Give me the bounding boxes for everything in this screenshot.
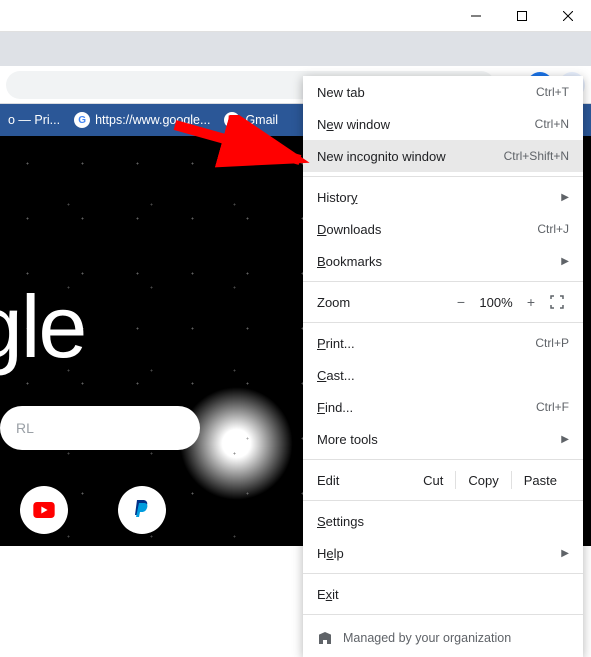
menu-managed-by-org[interactable]: Managed by your organization [303, 619, 583, 657]
shortcut-key: Ctrl+N [535, 117, 569, 131]
menu-separator [303, 614, 583, 615]
shortcut-key: Ctrl+Shift+N [504, 149, 569, 163]
menu-bookmarks[interactable]: Bookmarks ▶ [303, 245, 583, 277]
menu-separator [303, 176, 583, 177]
shortcut-key: Ctrl+T [536, 85, 569, 99]
google-logo: oogle [0, 276, 85, 378]
menu-edit: Edit Cut Copy Paste [303, 464, 583, 496]
chevron-right-icon: ▶ [561, 434, 569, 445]
tabstrip[interactable] [0, 32, 591, 66]
menu-separator [303, 459, 583, 460]
menu-new-incognito-window[interactable]: New incognito window Ctrl+Shift+N [303, 140, 583, 172]
shortcut-key: Ctrl+P [535, 336, 569, 350]
chevron-right-icon: ▶ [561, 548, 569, 559]
bookmark-label: https://www.google... [95, 113, 210, 127]
menu-separator [303, 281, 583, 282]
zoom-value: 100% [475, 295, 517, 310]
fullscreen-button[interactable] [545, 295, 569, 309]
search-placeholder: RL [16, 420, 34, 436]
menu-settings[interactable]: Settings [303, 505, 583, 537]
google-favicon: G [74, 112, 90, 128]
chevron-right-icon: ▶ [561, 192, 569, 203]
chevron-right-icon: ▶ [561, 256, 569, 267]
menu-history[interactable]: History ▶ [303, 181, 583, 213]
menu-print[interactable]: Print... Ctrl+P [303, 327, 583, 359]
menu-new-tab[interactable]: New tab Ctrl+T [303, 76, 583, 108]
menu-help[interactable]: Help ▶ [303, 537, 583, 569]
close-button[interactable] [545, 0, 591, 32]
chrome-menu: New tab Ctrl+T New window Ctrl+N New inc… [303, 76, 583, 657]
edit-copy-button[interactable]: Copy [456, 473, 510, 488]
menu-cast[interactable]: Cast... [303, 359, 583, 391]
maximize-button[interactable] [499, 0, 545, 32]
bookmark-item[interactable]: M Gmail [224, 112, 278, 128]
menu-separator [303, 573, 583, 574]
edit-paste-button[interactable]: Paste [512, 473, 569, 488]
menu-new-window[interactable]: New window Ctrl+N [303, 108, 583, 140]
shortcut-youtube[interactable] [20, 486, 68, 534]
menu-downloads[interactable]: Downloads Ctrl+J [303, 213, 583, 245]
menu-zoom: Zoom − 100% + [303, 286, 583, 318]
bookmark-item[interactable]: o — Pri... [8, 113, 60, 127]
menu-exit[interactable]: Exit [303, 578, 583, 610]
menu-separator [303, 500, 583, 501]
minimize-button[interactable] [453, 0, 499, 32]
bookmark-item[interactable]: G https://www.google... [74, 112, 210, 128]
gmail-favicon: M [224, 112, 240, 128]
shortcut-key: Ctrl+F [536, 400, 569, 414]
zoom-in-button[interactable]: + [517, 294, 545, 310]
shortcut-paypal[interactable] [118, 486, 166, 534]
bookmark-label: o — Pri... [8, 113, 60, 127]
shortcut-row [20, 486, 166, 534]
bookmark-label: Gmail [245, 113, 278, 127]
zoom-out-button[interactable]: − [447, 294, 475, 310]
menu-separator [303, 322, 583, 323]
menu-find[interactable]: Find... Ctrl+F [303, 391, 583, 423]
shortcut-key: Ctrl+J [537, 222, 569, 236]
menu-more-tools[interactable]: More tools ▶ [303, 423, 583, 455]
window-titlebar [0, 0, 591, 32]
building-icon [317, 630, 333, 646]
google-search-box[interactable]: RL [0, 406, 200, 450]
edit-cut-button[interactable]: Cut [411, 473, 455, 488]
